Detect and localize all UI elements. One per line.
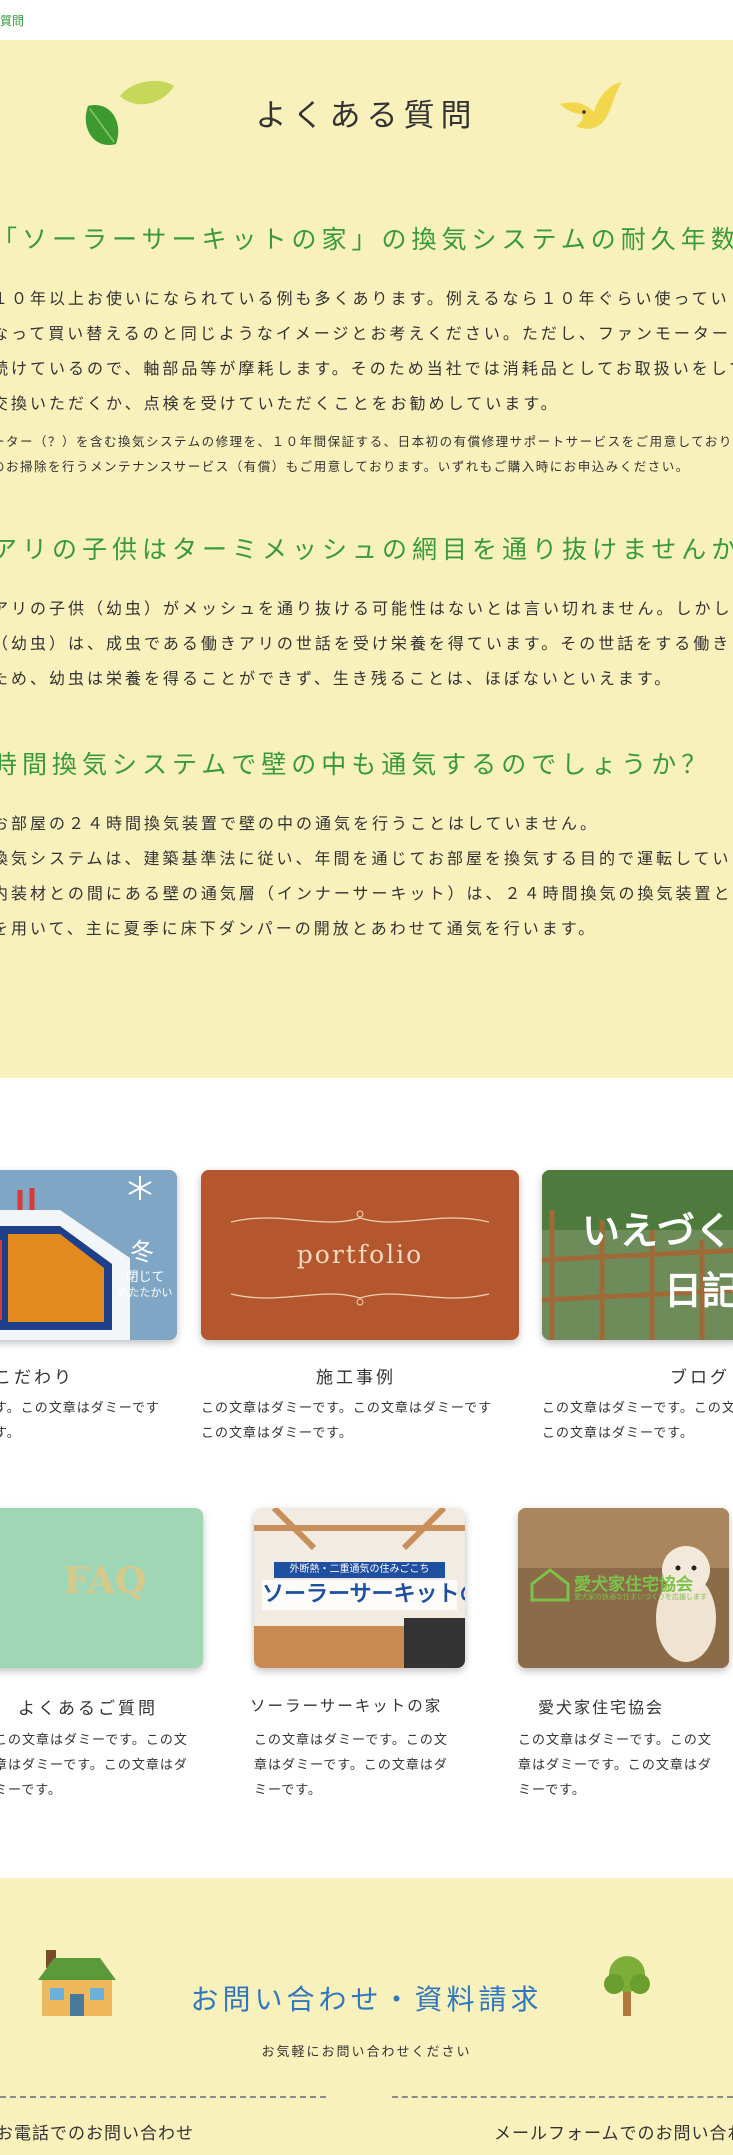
card-image-text: portfolio — [296, 1240, 424, 1269]
mailform-contact-link[interactable]: メールフォームでのお問い合わせ — [494, 2119, 733, 2144]
bird-icon — [560, 82, 622, 129]
faq-answer-line: 続けているので、軸部品等が摩耗します。そのため当社では消耗品としてお取扱いをして — [0, 359, 733, 378]
solar-circuit-card-image[interactable]: 外断熱・二重通気の住みごこち ソーラーサーキットの家 — [254, 1508, 465, 1668]
faq-answer-line: お部屋の２４時間換気装置で壁の中の通気を行うことはしていません。 — [0, 814, 600, 833]
card-text: この文章はダミーです。この文 この文章はダミーです。 — [542, 1401, 733, 1441]
contact-section: お問い合わせ・資料請求 お気軽にお問い合わせください お電話でのお問い合わせ メ… — [0, 1878, 733, 2155]
card-title[interactable]: ソーラーサーキットの家 — [250, 1694, 442, 1716]
card-image-text: いえづく — [582, 1209, 733, 1253]
faq-card-image[interactable]: FAQ — [0, 1508, 203, 1668]
card-banner-top: 外断熱・二重通気の住みごこち — [274, 1562, 445, 1578]
card-image-text: 冬 — [130, 1238, 154, 1266]
card-image-subtext: 閉じて — [125, 1270, 165, 1285]
faq-question-3: 時間換気システムで壁の中も通気するのでしょうか？ — [0, 750, 712, 779]
tree-icon — [604, 1956, 650, 2016]
card-text: す。この文章はダミーです す。 — [0, 1401, 160, 1441]
faq-answer-line: １０年以上お使いになられている例も多くあります。例えるなら１０年ぐらい使ってい — [0, 289, 730, 308]
kodawari-card-image[interactable]: 冬 閉じて あたたかい — [0, 1170, 177, 1340]
card-text: この文章はダミーです。この文章はダミーです この文章はダミーです。 — [201, 1401, 493, 1441]
card-title[interactable]: こだわり — [0, 1363, 74, 1388]
card-image-subtext: 愛犬家の快適な住まいづくりを応援します — [574, 1593, 707, 1601]
link-cards-section: 冬 閉じて あたたかい こだわり す。この文章はダミーです す。 portfol… — [0, 1078, 733, 1878]
card-title[interactable]: よくあるご質問 — [18, 1694, 158, 1719]
faq-answer-line: 換気システムは、建築基準法に従い、年間を通じてお部屋を換気する目的で運転していま — [0, 849, 733, 868]
faq-answer-line: を用いて、主に夏季に床下ダンパーの開放とあわせて通気を行います。 — [0, 919, 598, 938]
blog-card-image[interactable]: いえづく 日記 — [542, 1170, 733, 1340]
faq-note-line: のお掃除を行うメンテナンスサービス（有償）もご用意しております。いずれもご購入時… — [0, 459, 690, 474]
card-title[interactable]: 愛犬家住宅協会 — [538, 1694, 664, 1718]
card-image-subtext: あたたかい — [117, 1286, 173, 1299]
phone-contact-link[interactable]: お電話でのお問い合わせ — [0, 2119, 194, 2144]
divider — [392, 2096, 733, 2098]
faq-section: よくある質問 「ソーラーサーキットの家」の換気システムの耐久年数は？ １０年以上… — [0, 40, 733, 1078]
card-image-text: 日記 — [664, 1269, 733, 1313]
dog-house-card-image[interactable]: 愛犬家住宅協会 愛犬家の快適な住まいづくりを応援します — [518, 1508, 729, 1668]
faq-answer-line: 交換いただくか、点検を受けていただくことをお勧めしています。 — [0, 394, 560, 413]
card-text: この文章はダミーです。この文 章はダミーです。この文章はダ ミーです。 — [0, 1733, 188, 1798]
faq-answer-line: ため、幼虫は栄養を得ることができず、生き残ることは、ほぼないといえます。 — [0, 669, 674, 688]
portfolio-card-image[interactable]: portfolio — [201, 1170, 519, 1340]
card-title[interactable]: ブログ — [670, 1363, 730, 1388]
faq-answer-line: 内装材との間にある壁の通気層（インナーサーキット）は、２４時間換気の換気装置とは — [0, 884, 733, 903]
card-image-text: FAQ — [63, 1560, 147, 1602]
faq-answer-line: （幼虫）は、成虫である働きアリの世話を受け栄養を得ています。その世話をする働きア — [0, 634, 733, 653]
house-logo-icon — [530, 1568, 570, 1602]
card-title[interactable]: 施工事例 — [316, 1363, 396, 1388]
faq-answer-line: アリの子供（幼虫）がメッシュを通り抜ける可能性はないとは言い切れません。しかし — [0, 599, 733, 618]
card-banner-main: ソーラーサーキットの家 — [262, 1580, 465, 1610]
faq-answer-line: なって買い替えるのと同じようなイメージとお考えください。ただし、ファンモーター — [0, 324, 731, 343]
faq-question-2: アリの子供はターミメッシュの網目を通り抜けませんか — [0, 535, 733, 564]
faq-note-line: ーター（？）を含む換気システムの修理を、１０年間保証する、日本初の有償修理サポー… — [0, 434, 733, 449]
card-text: この文章はダミーです。この文 章はダミーです。この文章はダ ミーです。 — [518, 1733, 712, 1798]
faq-question-1: 「ソーラーサーキットの家」の換気システムの耐久年数は？ — [0, 225, 733, 254]
contact-subtitle: お気軽にお問い合わせください — [261, 2045, 472, 2060]
card-text: この文章はダミーです。この文 章はダミーです。この文章はダ ミーです。 — [254, 1733, 448, 1798]
top-bar: 質問 — [0, 0, 733, 40]
breadcrumb[interactable]: 質問 — [0, 12, 24, 29]
divider — [0, 2096, 326, 2098]
